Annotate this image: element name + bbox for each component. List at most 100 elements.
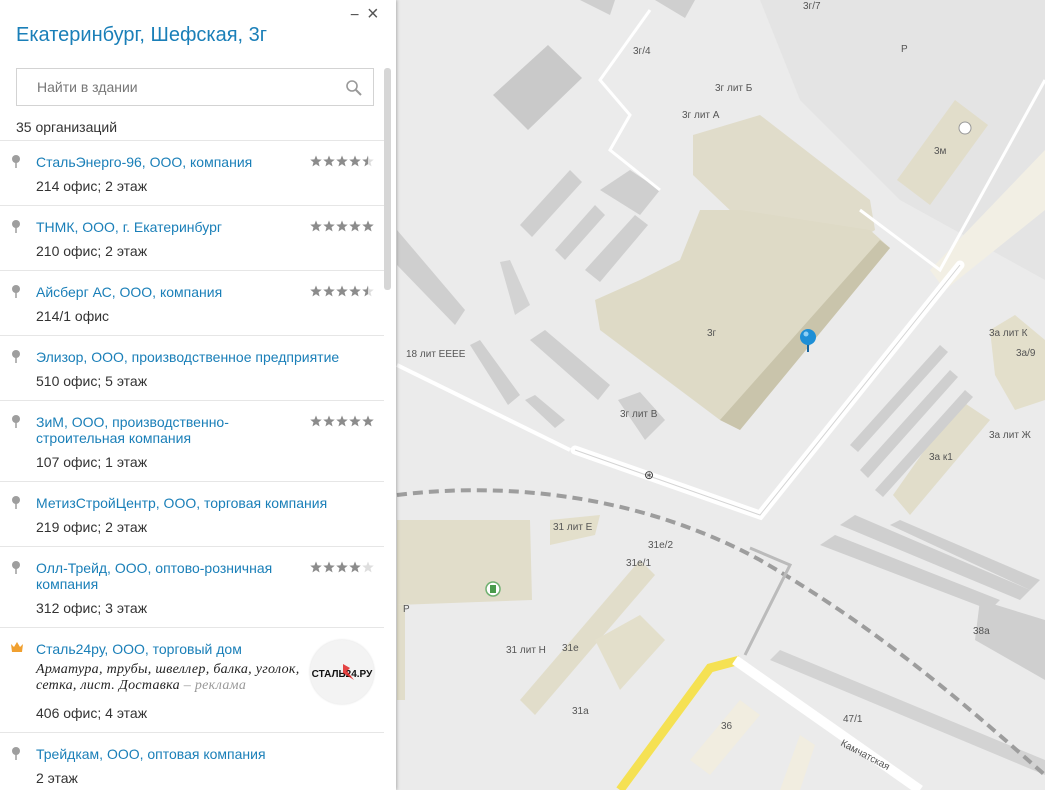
pin-icon bbox=[12, 747, 20, 760]
list-item-advertised[interactable]: Сталь24ру, ООО, торговый дом Арматура, т… bbox=[0, 627, 384, 732]
map-label: 3м bbox=[934, 146, 947, 157]
map-label: 3г/7 bbox=[803, 1, 821, 12]
map-label: 31е bbox=[562, 643, 579, 654]
star-filled-icon bbox=[336, 220, 348, 232]
list-item[interactable]: СтальЭнерго-96, ООО, компания 214 офис; … bbox=[0, 140, 384, 205]
list-item[interactable]: Элизор, ООО, производственное предприяти… bbox=[0, 335, 384, 400]
map-label: 31е/2 bbox=[648, 540, 673, 551]
org-name[interactable]: Олл-Трейд, ООО, оптово-розничная компани… bbox=[36, 560, 276, 592]
map-label: 3г лит Б bbox=[715, 83, 753, 94]
org-address: 214/1 офис bbox=[36, 308, 110, 324]
search-box[interactable] bbox=[16, 68, 374, 106]
org-address: 210 офис; 2 этаж bbox=[36, 243, 148, 259]
organizations-count: 35 организаций bbox=[16, 119, 118, 135]
company-logo[interactable]: СТАЛЬ24.РУ bbox=[310, 640, 374, 704]
map-label: 3а к1 bbox=[929, 452, 953, 463]
list-item[interactable]: ТНМК, ООО, г. Екатеринбург 210 офис; 2 э… bbox=[0, 205, 384, 270]
ad-text: Арматура, трубы, швеллер, балка, уголок,… bbox=[36, 662, 300, 693]
map-label: 3а/9 bbox=[1016, 348, 1036, 359]
org-address: 219 офис; 2 этаж bbox=[36, 519, 148, 535]
map-label: 3г лит В bbox=[620, 409, 658, 420]
star-filled-icon bbox=[362, 415, 374, 427]
logo-text: СТАЛЬ24.РУ bbox=[312, 669, 373, 680]
rating-stars bbox=[310, 560, 374, 578]
org-name[interactable]: СтальЭнерго-96, ООО, компания bbox=[36, 154, 276, 170]
star-filled-icon bbox=[310, 220, 322, 232]
star-filled-icon bbox=[323, 285, 335, 297]
search-icon[interactable] bbox=[345, 79, 363, 97]
star-filled-icon bbox=[336, 155, 348, 167]
rating-stars bbox=[310, 154, 374, 172]
pin-icon bbox=[12, 155, 20, 168]
star-filled-icon bbox=[310, 285, 322, 297]
rating-stars bbox=[310, 219, 374, 237]
scrollbar[interactable] bbox=[384, 68, 391, 290]
star-icon bbox=[362, 561, 374, 573]
list-item[interactable]: ЗиМ, ООО, производственно-строительная к… bbox=[0, 400, 384, 481]
rating-stars bbox=[310, 414, 374, 432]
org-name[interactable]: ЗиМ, ООО, производственно-строительная к… bbox=[36, 414, 246, 446]
org-name[interactable]: Сталь24ру, ООО, торговый дом bbox=[36, 641, 276, 657]
org-name[interactable]: Трейдкам, ООО, оптовая компания bbox=[36, 746, 276, 762]
org-name[interactable]: ТНМК, ООО, г. Екатеринбург bbox=[36, 219, 276, 235]
building-panel: − × Екатеринбург, Шефская, 3г 35 организ… bbox=[0, 0, 396, 790]
org-address: 2 этаж bbox=[36, 770, 78, 786]
map-label: 3а лит К bbox=[989, 328, 1028, 339]
map-label: 31 лит Е bbox=[553, 522, 593, 533]
list-item[interactable]: МетизСтройЦентр, ООО, торговая компания … bbox=[0, 481, 384, 546]
panel-title: Екатеринбург, Шефская, 3г bbox=[16, 24, 268, 46]
pin-icon bbox=[12, 350, 20, 363]
ad-tag: – реклама bbox=[179, 678, 247, 693]
org-address: 107 офис; 1 этаж bbox=[36, 454, 148, 470]
map-label: 18 лит ЕЕЕЕ bbox=[406, 349, 466, 360]
star-filled-icon bbox=[310, 561, 322, 573]
pin-icon bbox=[12, 496, 20, 509]
crown-icon bbox=[11, 642, 23, 652]
organizations-list: СтальЭнерго-96, ООО, компания 214 офис; … bbox=[0, 140, 384, 790]
pin-icon bbox=[12, 285, 20, 298]
star-filled-icon bbox=[349, 415, 361, 427]
map-label: 3г/4 bbox=[633, 46, 651, 57]
pin-icon bbox=[12, 220, 20, 233]
org-address: 214 офис; 2 этаж bbox=[36, 178, 148, 194]
star-filled-icon bbox=[362, 220, 374, 232]
search-input[interactable] bbox=[37, 79, 337, 95]
map-label: 3а лит Ж bbox=[989, 430, 1032, 441]
map-label: 31а bbox=[572, 706, 589, 717]
list-item[interactable]: Айсберг АС, ООО, компания 214/1 офис bbox=[0, 270, 384, 335]
star-filled-icon bbox=[323, 415, 335, 427]
star-filled-icon bbox=[323, 561, 335, 573]
star-filled-icon bbox=[336, 415, 348, 427]
star-filled-icon bbox=[349, 561, 361, 573]
map-label: 47/1 bbox=[843, 714, 863, 725]
map-label: Р bbox=[403, 604, 410, 615]
rating-stars bbox=[310, 284, 374, 302]
star-filled-icon bbox=[323, 220, 335, 232]
star-filled-icon bbox=[349, 220, 361, 232]
org-address: 510 офис; 5 этаж bbox=[36, 373, 148, 389]
map-label: 38а bbox=[973, 626, 990, 637]
star-filled-icon bbox=[336, 285, 348, 297]
org-name[interactable]: Айсберг АС, ООО, компания bbox=[36, 284, 276, 300]
star-filled-icon bbox=[310, 415, 322, 427]
list-item[interactable]: Олл-Трейд, ООО, оптово-розничная компани… bbox=[0, 546, 384, 627]
map-label: Р bbox=[901, 44, 908, 55]
org-address: 406 офис; 4 этаж bbox=[36, 705, 148, 721]
map-label: 36 bbox=[721, 721, 733, 732]
map-label: 3г bbox=[707, 328, 717, 339]
svg-text:⊛: ⊛ bbox=[644, 468, 654, 482]
close-button[interactable]: × bbox=[367, 4, 379, 24]
star-filled-icon bbox=[323, 155, 335, 167]
org-name[interactable]: Элизор, ООО, производственное предприяти… bbox=[36, 349, 356, 365]
list-item[interactable]: Трейдкам, ООО, оптовая компания 2 этаж bbox=[0, 732, 384, 790]
star-filled-icon bbox=[310, 155, 322, 167]
map-label: 31е/1 bbox=[626, 558, 651, 569]
minimize-button[interactable]: − bbox=[350, 8, 359, 24]
org-name[interactable]: МетизСтройЦентр, ООО, торговая компания bbox=[36, 495, 356, 511]
star-filled-icon bbox=[349, 285, 361, 297]
pin-icon bbox=[12, 561, 20, 574]
star-filled-icon bbox=[336, 561, 348, 573]
pin-icon bbox=[12, 415, 20, 428]
org-address: 312 офис; 3 этаж bbox=[36, 600, 148, 616]
map-label: 31 лит Н bbox=[506, 645, 546, 656]
